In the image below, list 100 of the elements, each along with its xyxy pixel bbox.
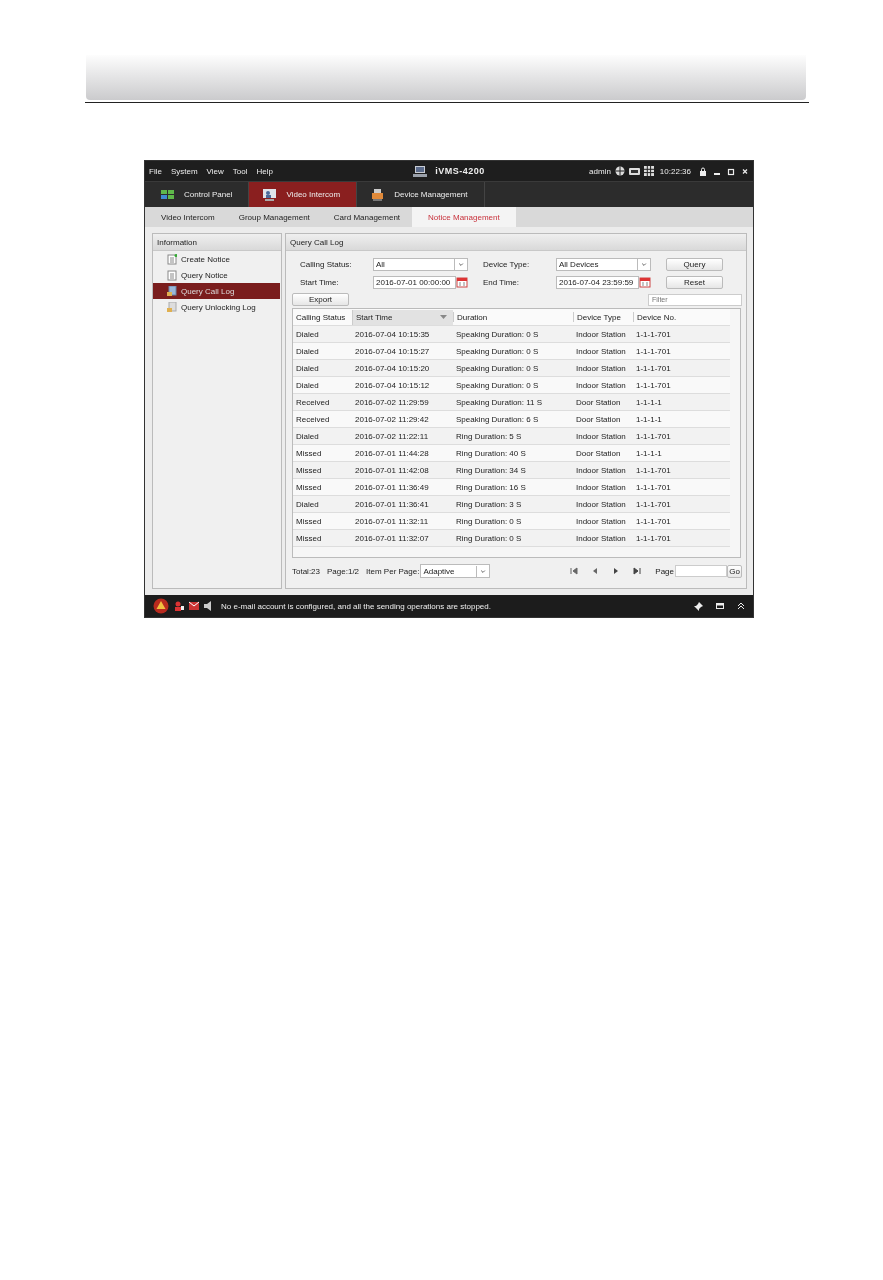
double-chevron-icon[interactable] bbox=[737, 602, 745, 610]
table-cell-text: Speaking Duration: 0 S bbox=[455, 329, 540, 339]
dropdown[interactable]: All bbox=[373, 257, 468, 271]
table-cell-text: Indoor Station bbox=[575, 482, 627, 492]
dropdown[interactable]: All Devices bbox=[556, 257, 651, 271]
globe-icon[interactable] bbox=[614, 166, 625, 176]
status-message: No e-mail account is configured, and all the sending operations are stopped. bbox=[221, 601, 491, 611]
module-label: Device Management bbox=[394, 190, 468, 199]
field-label: Device Type: bbox=[483, 259, 531, 269]
column-header[interactable]: Calling Status bbox=[293, 312, 352, 322]
previous-page-icon[interactable] bbox=[591, 567, 600, 575]
document-icon bbox=[167, 285, 177, 297]
last-page-icon[interactable] bbox=[633, 567, 642, 575]
table-cell-text: Indoor Station bbox=[575, 465, 627, 475]
column-header[interactable]: Duration bbox=[453, 312, 573, 322]
table-cell-text: 1-1-1-701 bbox=[635, 482, 672, 492]
table-cell-text: 2016-07-04 10:15:20 bbox=[354, 363, 431, 373]
table-cell-text: 2016-07-02 11:29:42 bbox=[354, 414, 430, 424]
table-cell-text: Dialed bbox=[295, 329, 320, 339]
date-field[interactable]: 2016-07-04 23:59:59 bbox=[556, 275, 639, 289]
table-cell-text: Door Station bbox=[575, 448, 622, 458]
field-label: Calling Status: bbox=[300, 259, 353, 269]
maximize-icon[interactable] bbox=[727, 166, 735, 176]
module-label: Control Panel bbox=[184, 190, 233, 199]
tab[interactable]: Video Intercom bbox=[149, 207, 227, 227]
column-header[interactable]: Start Time bbox=[352, 309, 453, 325]
sidebar-label: Create Notice bbox=[181, 254, 230, 264]
table-cell-text: Indoor Station bbox=[575, 329, 627, 339]
table-cell-text: Missed bbox=[295, 533, 323, 543]
lock-icon[interactable] bbox=[699, 166, 707, 176]
table-cell-text: Indoor Station bbox=[575, 363, 627, 373]
table-cell-text: Dialed bbox=[295, 499, 320, 509]
table-cell-text: Ring Duration: 0 S bbox=[455, 516, 523, 526]
query-button[interactable]: Query bbox=[666, 257, 723, 271]
table-cell-text: 2016-07-04 10:15:35 bbox=[354, 329, 431, 339]
column-header[interactable]: Device Type bbox=[573, 312, 633, 322]
user-alert-icon[interactable] bbox=[174, 601, 184, 611]
sidebar-label: Query Call Log bbox=[181, 286, 235, 296]
sidebar-item[interactable]: Query Call Log bbox=[153, 283, 280, 299]
field-label: End Time: bbox=[483, 277, 520, 287]
module-tab[interactable]: Video Intercom bbox=[249, 182, 358, 207]
table-cell-text: Speaking Duration: 11 S bbox=[455, 397, 544, 407]
table-cell-text: 2016-07-02 11:22:11 bbox=[354, 431, 430, 441]
table-cell-text: Indoor Station bbox=[575, 380, 627, 390]
window-icon[interactable] bbox=[716, 602, 724, 610]
page-field[interactable] bbox=[675, 565, 727, 577]
table-cell-text: Door Station bbox=[575, 414, 622, 424]
column-header[interactable]: Device No. bbox=[633, 312, 723, 322]
date-field[interactable]: 2016-07-01 00:00:00 bbox=[373, 275, 456, 289]
table-cell-text: 2016-07-01 11:42:08 bbox=[354, 465, 430, 475]
table-cell-text: Ring Duration: 40 S bbox=[455, 448, 527, 458]
table-cell-text: 1-1-1-701 bbox=[635, 380, 672, 390]
table-cell-text: Missed bbox=[295, 516, 323, 526]
warning-icon[interactable] bbox=[153, 598, 169, 614]
table-cell-text: 2016-07-01 11:32:11 bbox=[354, 516, 430, 526]
speaker-icon[interactable] bbox=[204, 601, 214, 611]
monitor-icon bbox=[263, 188, 277, 201]
reset-button[interactable]: Reset bbox=[666, 275, 723, 289]
menu-item[interactable]: View bbox=[206, 166, 224, 176]
close-icon[interactable] bbox=[741, 166, 749, 176]
first-page-icon[interactable] bbox=[570, 567, 579, 575]
grid-icon[interactable] bbox=[643, 166, 654, 176]
table-cell-text: 2016-07-01 11:36:49 bbox=[354, 482, 430, 492]
table-cell-text: Received bbox=[295, 414, 331, 424]
table-cell-text: Received bbox=[295, 397, 331, 407]
field-label: Page bbox=[655, 566, 674, 576]
table-cell-text: Indoor Station bbox=[575, 431, 627, 441]
calendar-icon[interactable] bbox=[456, 276, 468, 288]
table-cell-text: 1-1-1-701 bbox=[635, 431, 672, 441]
table-cell-text: Dialed bbox=[295, 346, 320, 356]
tab[interactable]: Card Management bbox=[321, 207, 413, 227]
export-button[interactable]: Export bbox=[292, 293, 349, 306]
sort-arrow-icon[interactable] bbox=[440, 314, 447, 320]
table-cell-text: 2016-07-04 10:15:27 bbox=[354, 346, 431, 356]
menu-item[interactable]: Tool bbox=[232, 166, 248, 176]
menu-item[interactable]: System bbox=[170, 166, 198, 176]
field-label: Item Per Page: bbox=[366, 566, 420, 576]
tab[interactable]: Group Management bbox=[226, 207, 322, 227]
calendar-icon[interactable] bbox=[639, 276, 651, 288]
sidebar-item[interactable]: Query Notice bbox=[153, 267, 280, 283]
table-cell-text: Indoor Station bbox=[575, 516, 627, 526]
table-cell-text: 1-1-1-701 bbox=[635, 499, 672, 509]
mail-icon[interactable] bbox=[189, 601, 199, 611]
go-button[interactable]: Go bbox=[727, 564, 742, 578]
table-cell-text: Ring Duration: 34 S bbox=[455, 465, 527, 475]
sidebar-item[interactable]: Query Unlocking Log bbox=[153, 299, 280, 315]
tab[interactable]: Notice Management bbox=[412, 207, 516, 227]
table-cell-text: Dialed bbox=[295, 363, 320, 373]
grid-icon bbox=[161, 188, 174, 201]
menu-item[interactable]: File bbox=[149, 166, 162, 176]
table-cell-text: Speaking Duration: 0 S bbox=[455, 363, 540, 373]
user-name[interactable]: admin bbox=[589, 166, 611, 176]
table-cell-text: Speaking Duration: 0 S bbox=[455, 346, 540, 356]
page-count: Page:1/2 bbox=[327, 566, 360, 576]
document-icon bbox=[167, 269, 177, 281]
table-cell-text: 2016-07-02 11:29:59 bbox=[354, 397, 430, 407]
menu-item[interactable]: Help bbox=[256, 166, 273, 176]
sidebar-item[interactable]: Create Notice bbox=[153, 251, 280, 267]
dropdown[interactable]: Adaptive bbox=[420, 564, 491, 578]
table-cell-text: 1-1-1-1 bbox=[635, 448, 663, 458]
